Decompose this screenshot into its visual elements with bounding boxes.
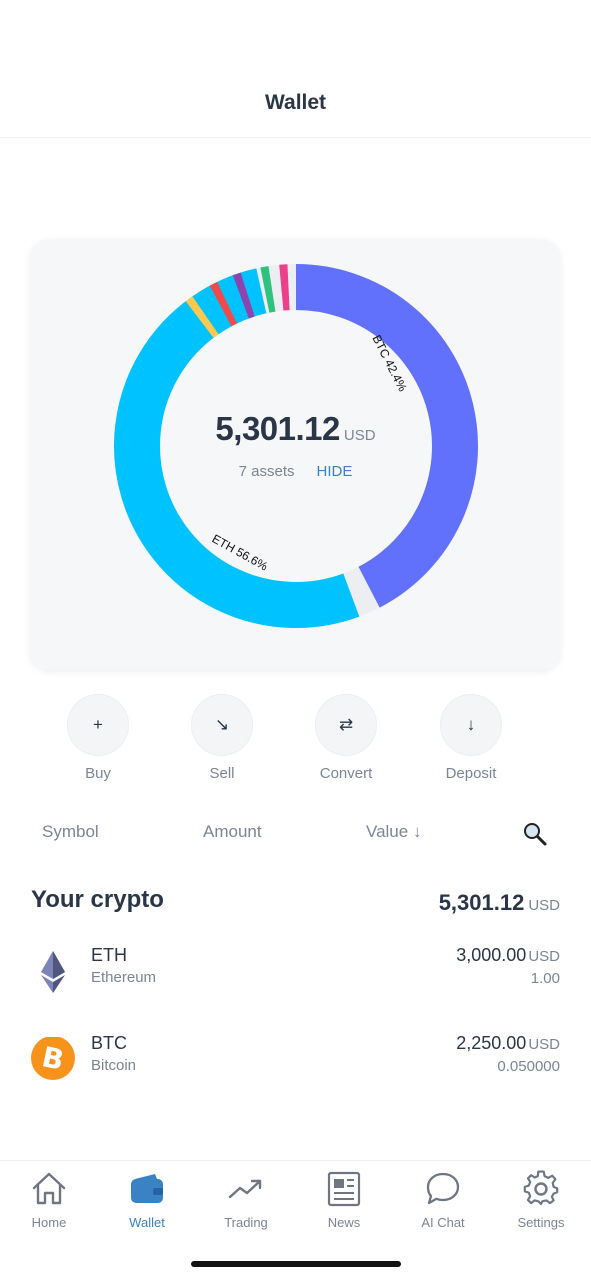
sort-bar: Symbol Amount Value ↓ [0, 822, 591, 846]
asset-name: Bitcoin [91, 1057, 137, 1074]
buy-label: Buy [85, 765, 111, 782]
donut-segment-minor [260, 266, 276, 313]
sell-label: Sell [209, 765, 235, 782]
arrow-down-icon: ↓ [440, 694, 502, 756]
donut-segment-minor [209, 282, 238, 327]
crypto-total-amount: 5,301.12 [438, 890, 525, 915]
chat-bubble-icon [426, 1172, 460, 1205]
asset-row-eth[interactable]: ETH Ethereum 3,000.00 USD 1.00 [0, 945, 591, 1005]
asset-name: Ethereum [91, 969, 157, 986]
deposit-button[interactable]: ↓ Deposit [416, 694, 526, 782]
gear-icon [523, 1170, 559, 1206]
tab-label: Home [31, 1215, 67, 1230]
search-icon[interactable] [522, 821, 548, 847]
your-crypto-title: Your crypto [31, 886, 164, 913]
sort-symbol[interactable]: Symbol [42, 822, 99, 842]
asset-quantity: 1.00 [530, 970, 560, 987]
crypto-total-currency: USD [528, 897, 560, 914]
tab-wallet[interactable]: Wallet [98, 1169, 196, 1230]
asset-row-btc[interactable]: B BTC Bitcoin 2,250.00 USD 0.050000 [0, 1033, 591, 1093]
asset-value-amount: 3,000.00 [456, 945, 527, 965]
home-icon [32, 1172, 66, 1205]
tab-label: News [327, 1215, 361, 1230]
asset-value: 3,000.00 USD [456, 945, 560, 966]
asset-value-currency: USD [528, 1036, 560, 1053]
hide-balance-button[interactable]: HIDE [317, 463, 353, 480]
tab-label: AI Chat [421, 1215, 465, 1230]
tab-label: Settings [517, 1215, 565, 1230]
quick-actions: + Buy ↘ Sell ⇄ Convert ↓ Deposit [0, 694, 591, 784]
plus-icon: + [67, 694, 129, 756]
tab-news[interactable]: News [295, 1169, 393, 1230]
tab-ai-chat[interactable]: AI Chat [394, 1169, 492, 1230]
portfolio-total-currency: USD [343, 427, 376, 444]
ethereum-icon [41, 951, 65, 993]
donut-segment-minor [185, 296, 219, 338]
buy-button[interactable]: + Buy [43, 694, 153, 782]
sort-value[interactable]: Value ↓ [366, 822, 421, 842]
tab-label: Wallet [129, 1215, 165, 1230]
tab-label: Trading [224, 1215, 268, 1230]
tab-home[interactable]: Home [0, 1169, 98, 1230]
sort-amount[interactable]: Amount [203, 822, 262, 842]
convert-button[interactable]: ⇄ Convert [291, 694, 401, 782]
asset-value-currency: USD [528, 948, 560, 965]
deposit-label: Deposit [445, 765, 497, 782]
trending-up-icon [228, 1179, 262, 1199]
assets-count: 7 assets [238, 463, 295, 480]
home-indicator [191, 1261, 401, 1267]
bitcoin-icon: B [31, 1037, 75, 1080]
newspaper-icon [327, 1171, 361, 1207]
asset-symbol: BTC [91, 1033, 127, 1053]
asset-quantity: 0.050000 [497, 1058, 560, 1075]
portfolio-total-amount: 5,301.12 [215, 410, 340, 447]
donut-segment-minor [279, 264, 290, 311]
portfolio-total: 5,301.12 USD [0, 410, 591, 448]
wallet-icon [131, 1174, 163, 1203]
tab-settings[interactable]: Settings [492, 1169, 590, 1230]
your-crypto-total: 5,301.12 USD [439, 890, 560, 916]
convert-label: Convert [319, 765, 373, 782]
portfolio-subline: 7 assets HIDE [0, 463, 591, 480]
arrow-down-right-icon: ↘ [191, 694, 253, 756]
allocation-donut-chart: BTC 42.4% ETH 56.6% [114, 264, 478, 628]
page-title: Wallet [264, 91, 327, 114]
asset-value-amount: 2,250.00 [456, 1033, 527, 1053]
swap-icon: ⇄ [315, 694, 377, 756]
donut-segment-minor [232, 272, 255, 319]
asset-symbol: ETH [91, 945, 127, 965]
tab-trading[interactable]: Trading [197, 1169, 295, 1230]
app-header: Wallet [0, 0, 591, 138]
asset-value: 2,250.00 USD [456, 1033, 560, 1054]
sell-button[interactable]: ↘ Sell [167, 694, 277, 782]
